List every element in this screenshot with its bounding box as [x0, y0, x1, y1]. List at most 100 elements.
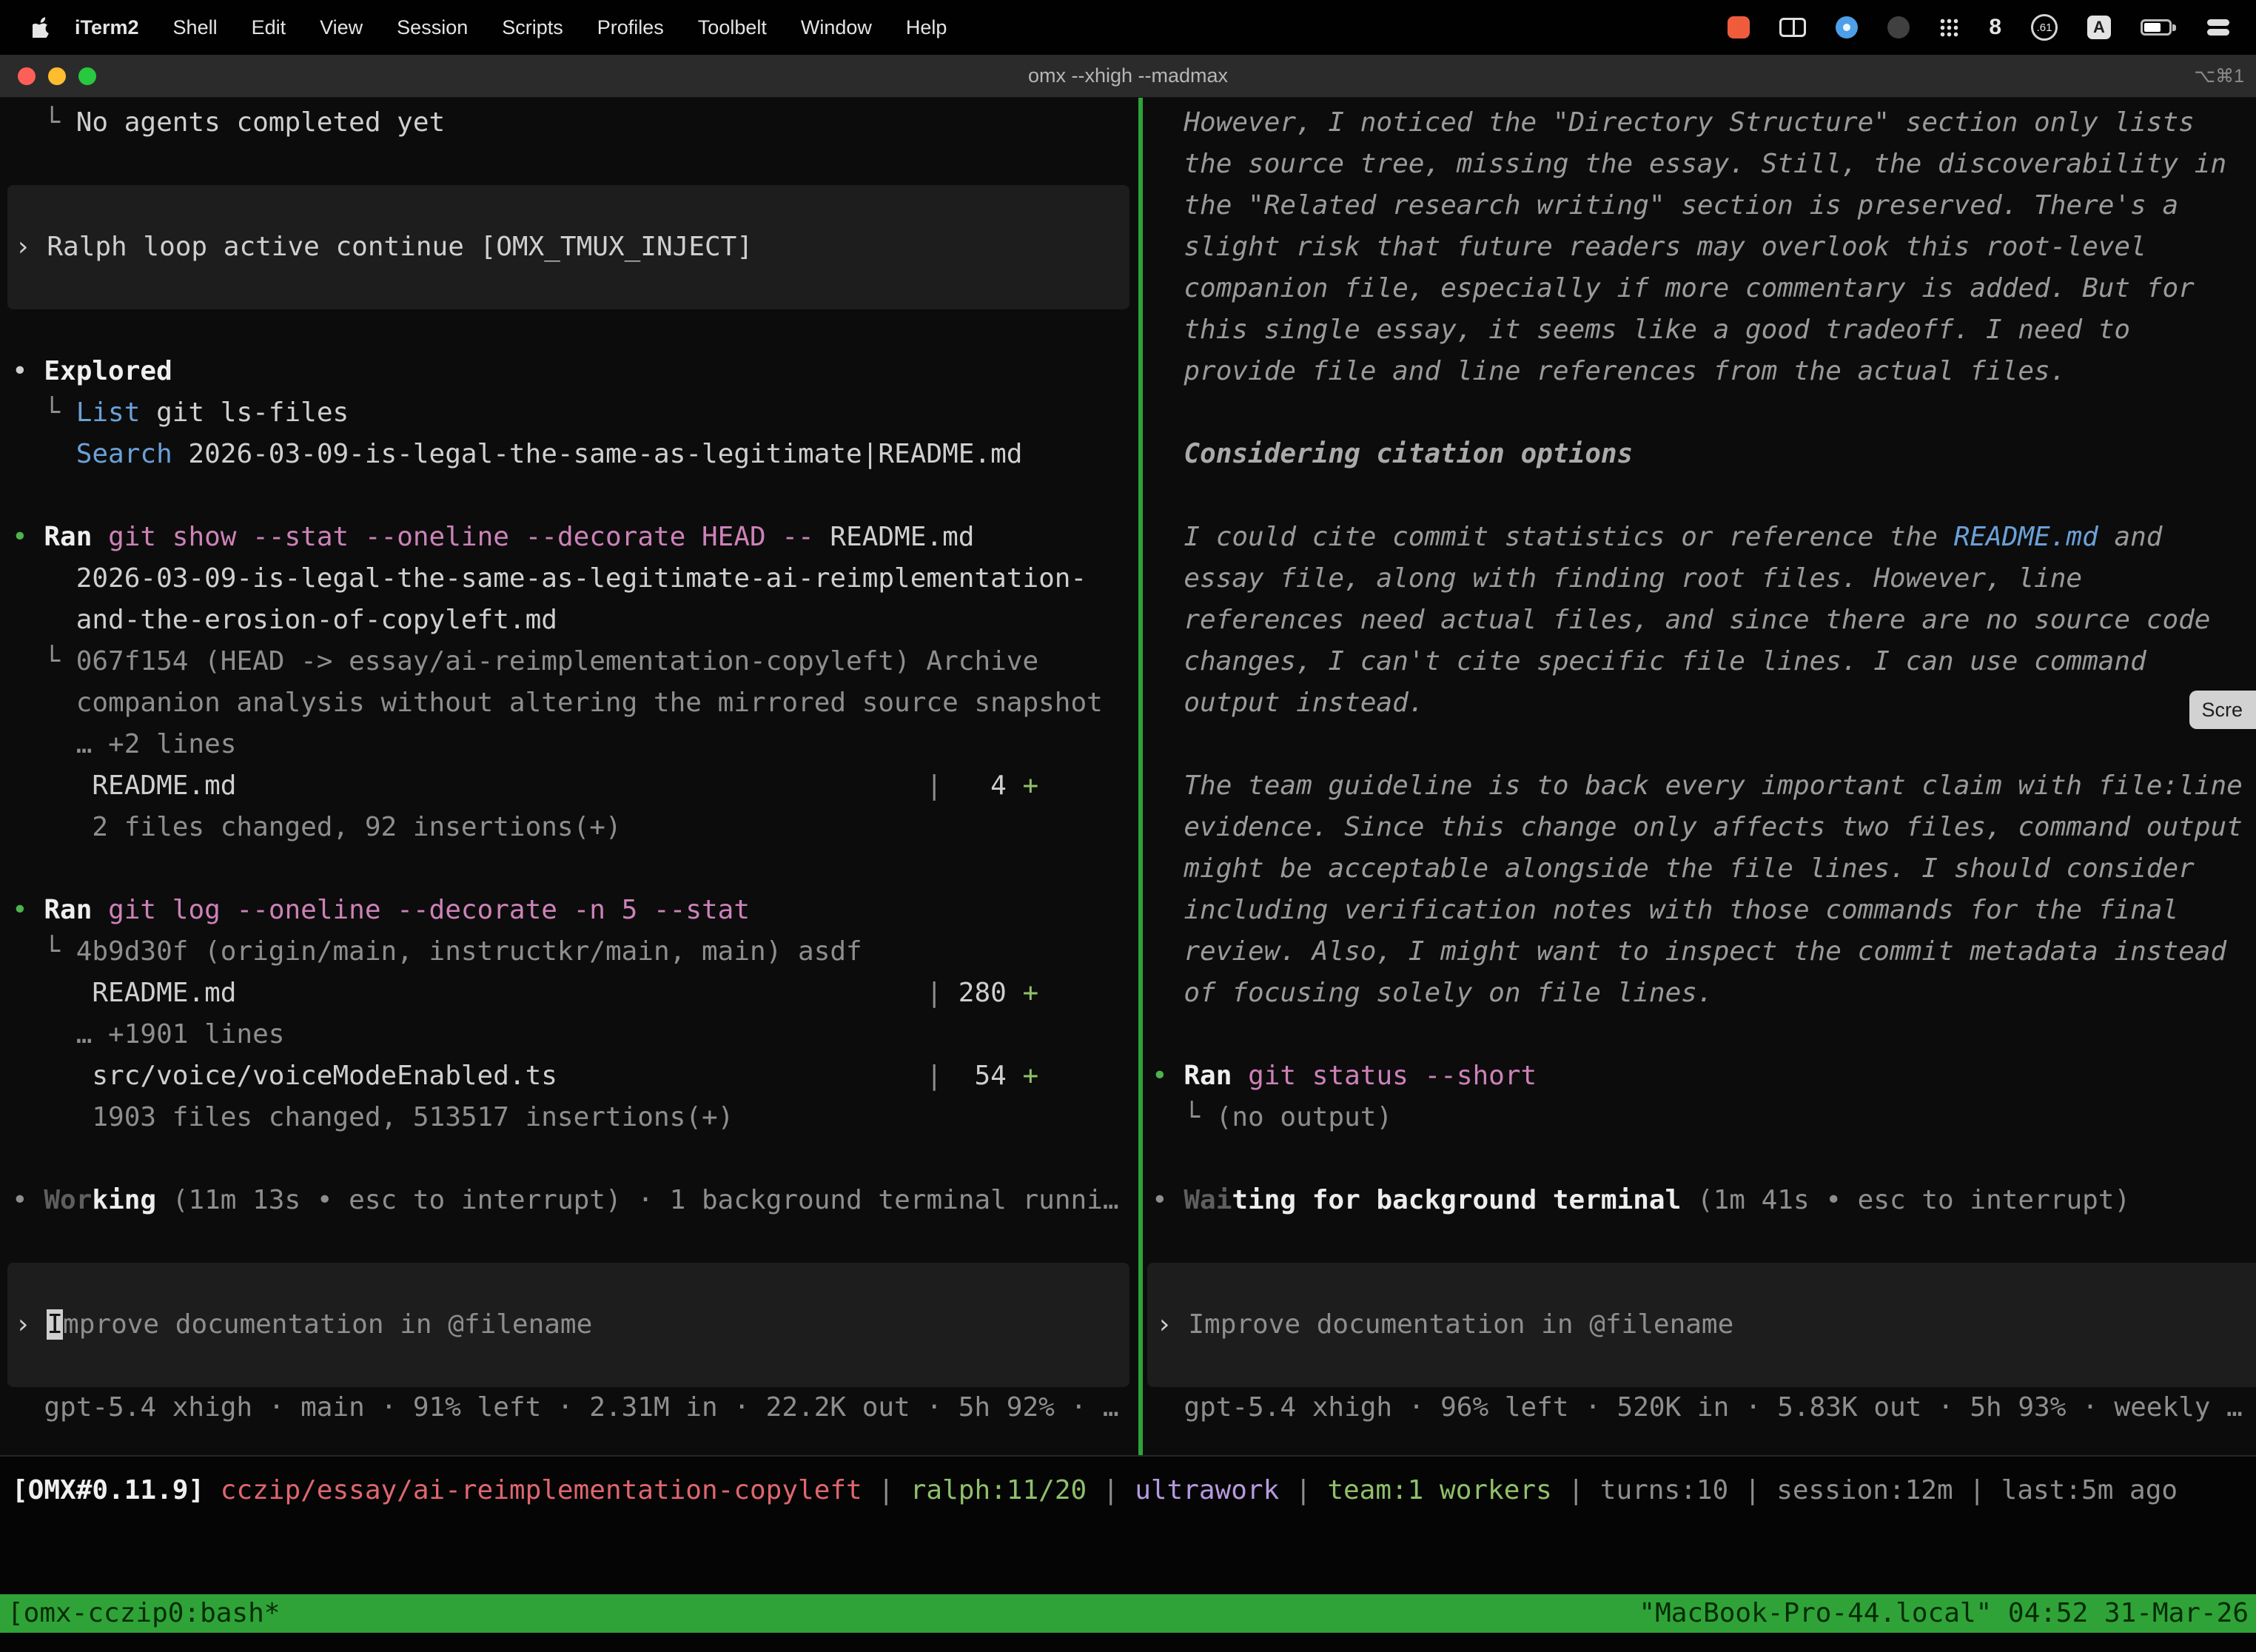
terminal-line: └ List git ls-files [0, 392, 1138, 434]
tmux-host-clock: "MacBook-Pro-44.local" 04:52 31-Mar-26 [1639, 1594, 2249, 1633]
terminal-line: output instead. [1143, 682, 2256, 724]
terminal-line: I could cite commit statistics or refere… [1143, 517, 2256, 558]
terminal-line: provide file and line references from th… [1143, 351, 2256, 392]
menu-item-profiles[interactable]: Profiles [580, 16, 681, 39]
terminal-line [1143, 475, 2256, 517]
terminal-line: slight risk that future readers may over… [1143, 226, 2256, 268]
terminal-line: the source tree, missing the essay. Stil… [1143, 144, 2256, 185]
dark-app-icon[interactable] [1887, 16, 1910, 38]
omx-status-line: [OMX#0.11.9] cczip/essay/ai-reimplementa… [0, 1470, 2256, 1511]
battery-icon[interactable] [2141, 19, 2172, 36]
close-button[interactable] [18, 67, 36, 85]
terminal-line: companion analysis without altering the … [0, 682, 1138, 724]
terminal-line: of focusing solely on file lines. [1143, 973, 2256, 1014]
zoom-button[interactable] [78, 67, 96, 85]
terminal-line: including verification notes with those … [1143, 890, 2256, 931]
terminal: └ No agents completed yet › Ralph loop ac… [0, 98, 2256, 1457]
terminal-line: references need actual files, and since … [1143, 600, 2256, 641]
terminal-line: └ 4b9d30f (origin/main, instructkr/main,… [0, 931, 1138, 973]
terminal-line: might be acceptable alongside the file l… [1143, 848, 2256, 890]
menu-bar-status-area: 8 .61 A [1728, 14, 2229, 41]
menu-item-scripts[interactable]: Scripts [485, 16, 580, 39]
keycap-8-icon[interactable]: 8 [1989, 15, 2001, 40]
menu-item-edit[interactable]: Edit [235, 16, 303, 39]
terminal-line: However, I noticed the "Directory Struct… [1143, 102, 2256, 144]
terminal-line: the "Related research writing" section i… [1143, 185, 2256, 226]
menu-item-window[interactable]: Window [784, 16, 889, 39]
terminal-line: gpt-5.4 xhigh · 96% left · 520K in · 5.8… [1143, 1387, 2256, 1428]
terminal-line [0, 144, 1138, 185]
terminal-line: … +1901 lines [0, 1014, 1138, 1055]
terminal-line: gpt-5.4 xhigh · main · 91% left · 2.31M … [0, 1387, 1138, 1428]
blue-app-icon[interactable] [1836, 16, 1858, 38]
terminal-line: [OMX#0.11.9] cczip/essay/ai-reimplementa… [0, 1470, 2256, 1511]
terminal-line: • Working (11m 13s • esc to interrupt) ·… [0, 1180, 1138, 1221]
terminal-line: 2026-03-09-is-legal-the-same-as-legitima… [0, 558, 1138, 600]
queued-message-panel: › Ralph loop active continue [OMX_TMUX_I… [7, 185, 1129, 309]
terminal-line [1143, 724, 2256, 765]
terminal-line: Considering citation options [1143, 434, 2256, 475]
terminal-line [1143, 392, 2256, 434]
terminal-line: › Ralph loop active continue [OMX_TMUX_I… [7, 226, 1129, 268]
terminal-line: › Improve documentation in @filename [7, 1304, 1129, 1346]
terminal-line: evidence. Since this change only affects… [1143, 807, 2256, 848]
terminal-line [1143, 1138, 2256, 1180]
terminal-line [0, 848, 1138, 890]
menu-item-session[interactable]: Session [380, 16, 485, 39]
terminal-line: and-the-erosion-of-copyleft.md [0, 600, 1138, 641]
terminal-line [0, 309, 1138, 351]
terminal-line: 1903 files changed, 513517 insertions(+) [0, 1097, 1138, 1138]
screen-recording-icon[interactable] [1728, 16, 1750, 38]
terminal-line: 2 files changed, 92 insertions(+) [0, 807, 1138, 848]
terminal-line: changes, I can't cite specific file line… [1143, 641, 2256, 682]
terminal-line: • Explored [0, 351, 1138, 392]
window-controls [18, 67, 96, 85]
menu-item-help[interactable]: Help [889, 16, 964, 39]
terminal-line: Search 2026-03-09-is-legal-the-same-as-l… [0, 434, 1138, 475]
dots-grid-icon[interactable] [1939, 18, 1959, 38]
terminal-line: └ No agents completed yet [0, 102, 1138, 144]
menu-item-app[interactable]: iTerm2 [58, 16, 156, 39]
terminal-line [1143, 1221, 2256, 1263]
terminal-line: The team guideline is to back every impo… [1143, 765, 2256, 807]
screen-share-button[interactable]: Scre [2189, 691, 2256, 729]
control-center-icon[interactable] [2207, 19, 2229, 36]
window-title: omx --xhigh --madmax [0, 64, 2256, 87]
terminal-line: └ (no output) [1143, 1097, 2256, 1138]
terminal-line: • Ran git log --oneline --decorate -n 5 … [0, 890, 1138, 931]
terminal-line: src/voice/voiceModeEnabled.ts | 54 + [0, 1055, 1138, 1097]
composer-input[interactable]: › Improve documentation in @filename [7, 1263, 1129, 1387]
tmux-status-bar: [omx-cczip0:bash* "MacBook-Pro-44.local"… [0, 1594, 2256, 1633]
composer-input[interactable]: › Improve documentation in @filename [1147, 1263, 2256, 1387]
minimize-button[interactable] [48, 67, 66, 85]
terminal-line: › Improve documentation in @filename [1147, 1304, 2256, 1346]
menu-item-view[interactable]: View [303, 16, 380, 39]
apple-menu-icon[interactable] [33, 17, 50, 38]
terminal-line [0, 1138, 1138, 1180]
terminal-line: companion file, especially if more comme… [1143, 268, 2256, 309]
gauge-icon[interactable]: .61 [2031, 14, 2058, 41]
screen: iTerm2 Shell Edit View Session Scripts P… [0, 0, 2256, 1652]
terminal-line: review. Also, I might want to inspect th… [1143, 931, 2256, 973]
terminal-line [0, 475, 1138, 517]
menu-bar: iTerm2 Shell Edit View Session Scripts P… [0, 0, 2256, 55]
menu-item-shell[interactable]: Shell [156, 16, 235, 39]
input-source-icon[interactable]: A [2087, 16, 2111, 39]
terminal-line: └ 067f154 (HEAD -> essay/ai-reimplementa… [0, 641, 1138, 682]
menu-item-toolbelt[interactable]: Toolbelt [681, 16, 784, 39]
display-window-icon[interactable] [1779, 18, 1806, 37]
terminal-line: • Ran git show --stat --oneline --decora… [0, 517, 1138, 558]
terminal-line [0, 1221, 1138, 1263]
left-pane[interactable]: └ No agents completed yet › Ralph loop ac… [0, 98, 1138, 1455]
terminal-line [1143, 1014, 2256, 1055]
terminal-line: essay file, along with finding root file… [1143, 558, 2256, 600]
window-shortcut-badge: ⌥⌘1 [2194, 65, 2256, 87]
right-pane[interactable]: However, I noticed the "Directory Struct… [1143, 98, 2256, 1455]
terminal-line: this single essay, it seems like a good … [1143, 309, 2256, 351]
terminal-line: • Waiting for background terminal (1m 41… [1143, 1180, 2256, 1221]
title-bar[interactable]: omx --xhigh --madmax ⌥⌘1 [0, 55, 2256, 98]
tmux-session-label: [omx-cczip0:bash* [7, 1594, 280, 1633]
terminal-line: • Ran git status --short [1143, 1055, 2256, 1097]
terminal-line: README.md | 4 + [0, 765, 1138, 807]
terminal-line: README.md | 280 + [0, 973, 1138, 1014]
